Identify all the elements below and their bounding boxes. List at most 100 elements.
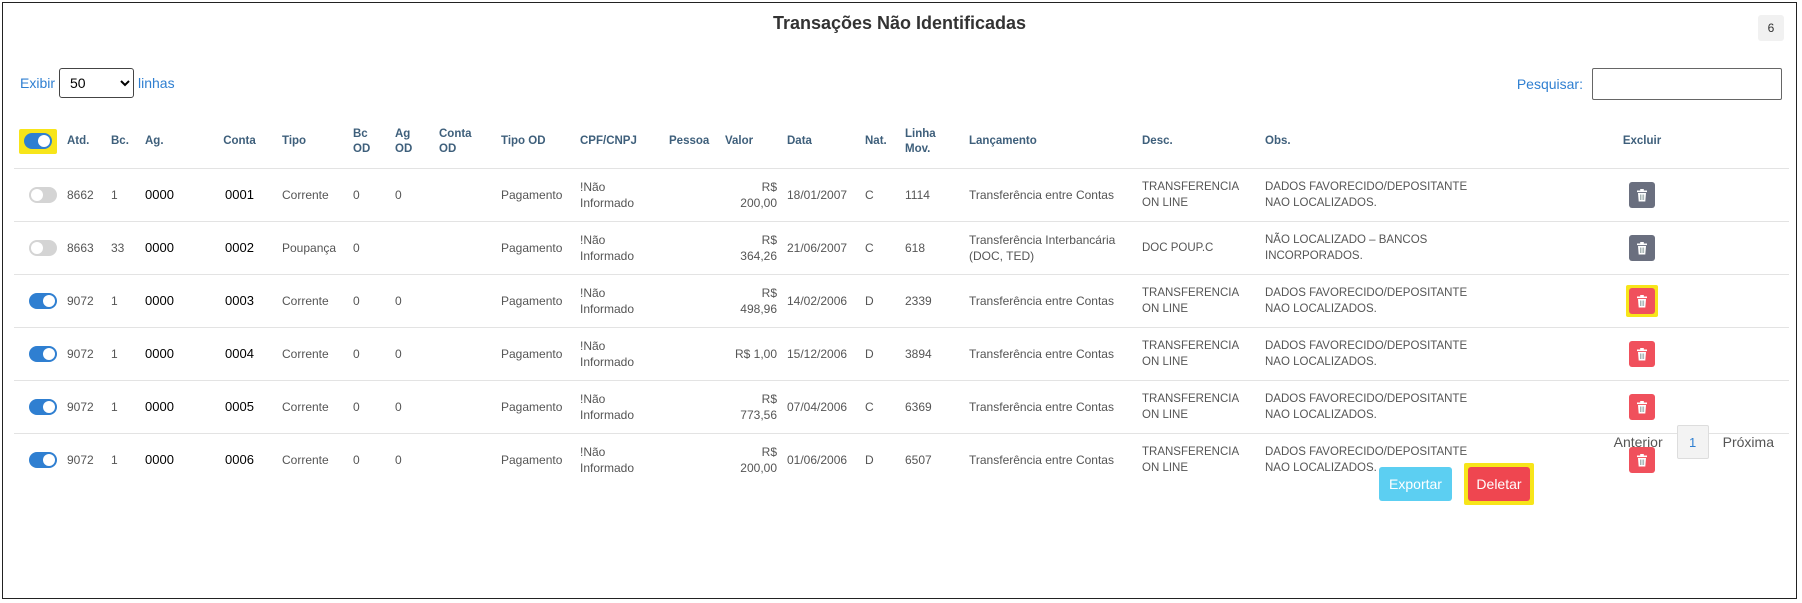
row-select-toggle[interactable] (29, 187, 57, 204)
cell-ag-od: 0 (390, 433, 434, 486)
header-tipo[interactable]: Tipo (277, 115, 348, 169)
table-header-row: Atd. Bc. Ag. Conta Tipo Bc OD Ag OD Cont… (14, 115, 1789, 169)
cell-excluir (1495, 221, 1789, 275)
delete-button[interactable]: Deletar (1468, 467, 1530, 501)
header-bc[interactable]: Bc. (106, 115, 140, 169)
header-conta-od[interactable]: Conta OD (434, 115, 496, 169)
cell-excluir (1495, 274, 1789, 328)
page-length-select[interactable]: 50 (59, 68, 135, 98)
header-conta[interactable]: Conta (202, 115, 277, 169)
header-ag[interactable]: Ag. (140, 115, 202, 169)
cell-ag: 0000 (140, 274, 202, 328)
cell-bc: 1 (106, 274, 140, 328)
cell-cpf: !Não Informado (575, 380, 664, 434)
cell-valor: R$ 1,00 (720, 327, 782, 381)
cell-tipo: Corrente (277, 168, 348, 222)
cell-lancamento: Transferência entre Contas (964, 274, 1137, 328)
cell-valor: R$ 200,00 (720, 168, 782, 222)
delete-row-button[interactable] (1629, 341, 1655, 367)
header-bc-od[interactable]: Bc OD (348, 115, 390, 169)
header-tipo-od[interactable]: Tipo OD (496, 115, 575, 169)
delete-row-button (1629, 182, 1655, 208)
cell-conta-od (434, 433, 496, 486)
header-nat[interactable]: Nat. (860, 115, 900, 169)
next-page-button[interactable]: Próxima (1723, 434, 1774, 450)
trash-icon (1636, 188, 1648, 202)
trash-icon (1636, 347, 1648, 361)
cell-bc-od: 0 (348, 168, 390, 222)
header-select-all[interactable] (14, 115, 62, 169)
cell-obs: DADOS FAVORECIDO/DEPOSITANTE NAO LOCALIZ… (1260, 274, 1495, 328)
search-input[interactable] (1592, 68, 1782, 100)
delete-row-highlight (1626, 285, 1658, 317)
trash-icon (1636, 241, 1648, 255)
cell-tipo: Corrente (277, 274, 348, 328)
header-atd[interactable]: Atd. (62, 115, 106, 169)
header-linha[interactable]: Linha Mov. (900, 115, 964, 169)
cell-valor: R$ 364,26 (720, 221, 782, 275)
select-all-toggle[interactable] (24, 133, 52, 150)
cell-conta: 0006 (202, 433, 277, 486)
table-row: 9072 1 0000 0005 Corrente 0 0 Pagamento !Não Inf… (14, 380, 1789, 434)
cell-bc-od: 0 (348, 433, 390, 486)
cell-conta: 0001 (202, 168, 277, 222)
cell-bc-od: 0 (348, 221, 390, 275)
cell-data: 07/04/2006 (782, 380, 860, 434)
cell-tipo-od: Pagamento (496, 380, 575, 434)
search-control: Pesquisar: (1517, 68, 1782, 100)
cell-desc: TRANSFERENCIA ON LINE (1137, 433, 1260, 486)
search-label: Pesquisar: (1516, 76, 1583, 92)
trash-icon (1636, 400, 1648, 414)
cell-atd: 9072 (62, 327, 106, 381)
cell-nat: C (860, 380, 900, 434)
cell-data: 18/01/2007 (782, 168, 860, 222)
header-data[interactable]: Data (782, 115, 860, 169)
cell-bc: 33 (106, 221, 140, 275)
cell-nat: C (860, 168, 900, 222)
cell-ag: 0000 (140, 380, 202, 434)
cell-lancamento: Transferência Interbancária (DOC, TED) (964, 221, 1137, 275)
cell-tipo: Poupança (277, 221, 348, 275)
row-select-cell (14, 327, 62, 381)
transactions-table: Atd. Bc. Ag. Conta Tipo Bc OD Ag OD Cont… (14, 115, 1789, 486)
row-select-toggle[interactable] (29, 452, 57, 469)
cell-tipo-od: Pagamento (496, 327, 575, 381)
cell-lancamento: Transferência entre Contas (964, 327, 1137, 381)
row-select-cell (14, 168, 62, 222)
cell-atd: 8663 (62, 221, 106, 275)
row-select-toggle[interactable] (29, 346, 57, 363)
cell-bc: 1 (106, 327, 140, 381)
cell-ag-od (390, 221, 434, 275)
row-select-toggle[interactable] (29, 399, 57, 416)
row-select-cell (14, 274, 62, 328)
row-select-toggle[interactable] (29, 240, 57, 257)
header-obs[interactable]: Obs. (1260, 115, 1495, 169)
delete-row-button[interactable] (1629, 288, 1655, 314)
header-cpf[interactable]: CPF/CNPJ (575, 115, 664, 169)
table-body: 8662 1 0000 0001 Corrente 0 0 Pagamento !Não Inf… (14, 168, 1789, 486)
row-select-toggle[interactable] (29, 293, 57, 310)
cell-linha: 1114 (900, 168, 964, 222)
header-desc[interactable]: Desc. (1137, 115, 1260, 169)
length-suffix: linhas (138, 75, 175, 91)
page-1-button[interactable]: 1 (1676, 425, 1709, 459)
export-button[interactable]: Exportar (1379, 467, 1452, 501)
cell-ag-od: 0 (390, 380, 434, 434)
length-prefix: Exibir (20, 75, 56, 91)
header-lancamento[interactable]: Lançamento (964, 115, 1137, 169)
header-ag-od[interactable]: Ag OD (390, 115, 434, 169)
header-pessoa[interactable]: Pessoa (664, 115, 720, 169)
cell-pessoa (664, 327, 720, 381)
prev-page-button[interactable]: Anterior (1614, 434, 1663, 450)
cell-ag-od: 0 (390, 168, 434, 222)
cell-ag: 0000 (140, 221, 202, 275)
cell-data: 14/02/2006 (782, 274, 860, 328)
cell-linha: 6369 (900, 380, 964, 434)
header-valor[interactable]: Valor (720, 115, 782, 169)
row-select-cell (14, 433, 62, 486)
cell-excluir (1495, 168, 1789, 222)
cell-bc: 1 (106, 380, 140, 434)
cell-desc: DOC POUP.C (1137, 221, 1260, 275)
delete-row-button[interactable] (1629, 394, 1655, 420)
cell-ag-od: 0 (390, 327, 434, 381)
